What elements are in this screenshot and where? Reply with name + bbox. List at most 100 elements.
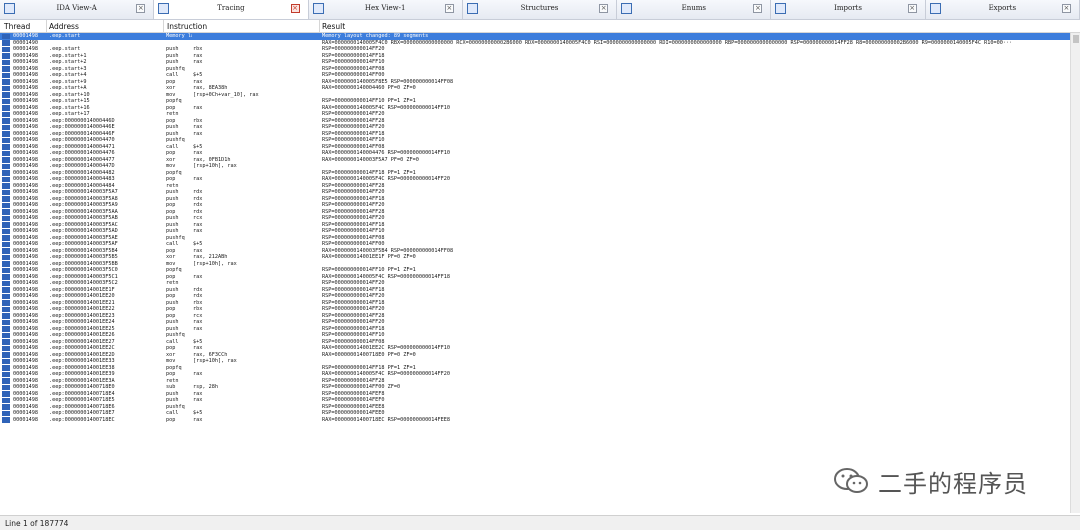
close-icon[interactable]: × [444, 4, 454, 13]
status-line-count: Line 1 of 187774 [5, 519, 69, 528]
trace-entry-icon [2, 157, 10, 163]
trace-entry-icon [2, 202, 10, 208]
tab-label: Structures [520, 4, 559, 12]
tab-enums[interactable]: Enums × [617, 0, 772, 19]
trace-entry-icon [2, 404, 10, 410]
trace-entry-icon [2, 144, 10, 150]
column-thread[interactable]: Thread [4, 22, 30, 31]
column-address[interactable]: Address [49, 22, 79, 31]
tab-label: Hex View-1 [364, 4, 406, 12]
trace-entry-icon [2, 222, 10, 228]
trace-entry-icon [2, 319, 10, 325]
trace-entry-icon [2, 189, 10, 195]
trace-entry-icon [2, 72, 10, 78]
trace-entry-icon [2, 33, 10, 39]
trace-entry-icon [2, 293, 10, 299]
trace-entry-icon [2, 235, 10, 241]
trace-entry-icon [2, 248, 10, 254]
trace-entry-icon [2, 384, 10, 390]
trace-entry-icon [2, 105, 10, 111]
trace-entry-icon [2, 79, 10, 85]
vertical-scrollbar[interactable] [1070, 33, 1080, 513]
tab-hex-view-1[interactable]: Hex View-1 × [308, 0, 463, 19]
tab-label: Enums [681, 4, 706, 12]
trace-entry-icon [2, 371, 10, 377]
trace-entry-icon [2, 85, 10, 91]
row-thread: 00001498 [13, 416, 38, 423]
trace-entry-icon [2, 417, 10, 423]
trace-entry-icon [2, 92, 10, 98]
status-bar: Line 1 of 187774 [0, 515, 1080, 530]
trace-entry-icon [2, 150, 10, 156]
close-icon[interactable]: × [1061, 4, 1071, 13]
trace-entry-icon [2, 124, 10, 130]
trace-entry-icon [2, 118, 10, 124]
watermark-text: 二手的程序员 [878, 469, 1028, 498]
tab-label: IDA View-A [56, 4, 97, 12]
close-icon[interactable]: × [753, 4, 763, 13]
tab-label: Imports [834, 4, 862, 12]
trace-entry-icon [2, 254, 10, 260]
trace-entry-icon [2, 378, 10, 384]
trace-entry-icon [2, 287, 10, 293]
watermark: 二手的程序员 [832, 463, 1028, 499]
trace-entry-icon [2, 365, 10, 371]
trace-entry-icon [2, 131, 10, 137]
row-result: RAX=00000001400718EC RSP=000000000014FEE… [322, 416, 451, 423]
tab-ida-view-a[interactable]: IDA View-A × [0, 0, 155, 19]
trace-entry-icon [2, 358, 10, 364]
trace-table[interactable]: 00001498.eep.startMemory layout changed:… [0, 33, 1070, 513]
tab-structures[interactable]: Structures × [462, 0, 618, 19]
trace-entry-icon [2, 261, 10, 267]
trace-entry-icon [2, 313, 10, 319]
trace-entry-icon [2, 111, 10, 117]
trace-entry-icon [2, 98, 10, 104]
trace-entry-icon [2, 241, 10, 247]
trace-entry-icon [2, 196, 10, 202]
trace-entry-icon [2, 345, 10, 351]
trace-entry-icon [2, 59, 10, 65]
tab-bar: IDA View-A × Tracing × Hex View-1 × Structures… [0, 0, 1080, 20]
close-icon[interactable]: × [907, 4, 917, 13]
table-row[interactable]: 00001498 .eep:00000001400718EC pop rax RAX=0… [0, 417, 1070, 424]
scrollbar-thumb[interactable] [1073, 35, 1079, 43]
trace-entry-icon [2, 339, 10, 345]
trace-entry-icon [2, 306, 10, 312]
trace-entry-icon [2, 183, 10, 189]
close-icon[interactable]: × [599, 4, 609, 13]
column-header: Thread Address Instruction Result [0, 20, 1080, 33]
column-instruction[interactable]: Instruction [167, 22, 207, 31]
trace-entry-icon [2, 170, 10, 176]
trace-entry-icon [2, 397, 10, 403]
trace-entry-icon [2, 53, 10, 59]
trace-entry-icon [2, 176, 10, 182]
trace-entry-icon [2, 326, 10, 332]
tab-imports[interactable]: Imports × [771, 0, 926, 19]
trace-entry-icon [2, 300, 10, 306]
trace-entry-icon [2, 40, 10, 46]
trace-entry-icon [2, 352, 10, 358]
trace-entry-icon [2, 267, 10, 273]
tab-label: Tracing [217, 4, 245, 12]
close-icon[interactable]: × [290, 4, 300, 13]
row-address: .eep:00000001400718EC [49, 416, 115, 423]
trace-entry-icon [2, 410, 10, 416]
trace-entry-icon [2, 137, 10, 143]
close-icon[interactable]: × [136, 4, 146, 13]
trace-entry-icon [2, 274, 10, 280]
tab-exports[interactable]: Exports × [925, 0, 1080, 19]
trace-entry-icon [2, 391, 10, 397]
tab-tracing[interactable]: Tracing × [154, 0, 309, 19]
tab-label: Exports [988, 4, 1017, 12]
row-mnemonic: pop [166, 416, 176, 423]
row-operands: rax [193, 416, 203, 423]
trace-entry-icon [2, 215, 10, 221]
trace-entry-icon [2, 163, 10, 169]
column-result[interactable]: Result [322, 22, 345, 31]
wechat-logo-icon [832, 466, 872, 496]
trace-entry-icon [2, 228, 10, 234]
trace-entry-icon [2, 332, 10, 338]
trace-entry-icon [2, 280, 10, 286]
trace-entry-icon [2, 209, 10, 215]
trace-entry-icon [2, 46, 10, 52]
